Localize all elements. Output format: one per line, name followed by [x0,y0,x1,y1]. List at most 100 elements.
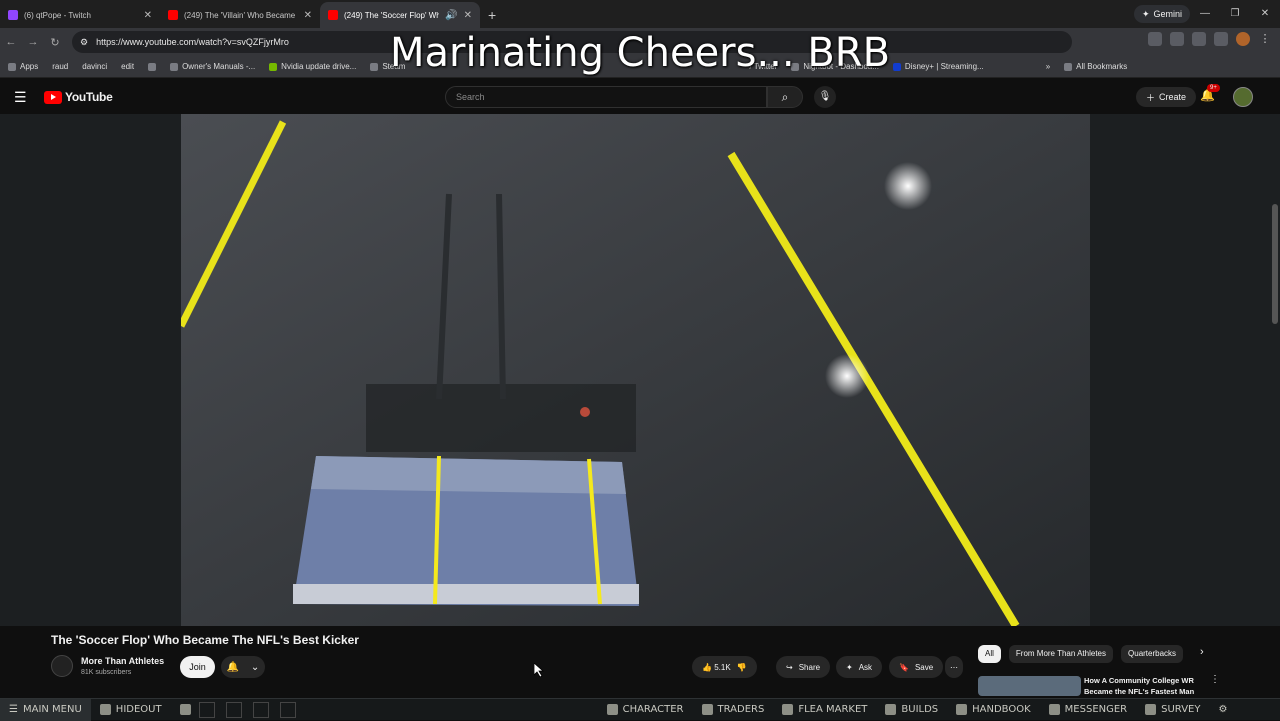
hideout-button[interactable]: HIDEOUT [91,699,171,721]
recommended-title[interactable]: How A Community College WR Became the NF… [1084,675,1208,696]
gemini-button[interactable]: ✦ Gemini [1133,5,1190,23]
hideout-icon [99,704,111,715]
tab-title: (249) The 'Villain' Who Became [184,10,296,20]
book-icon [956,704,968,715]
youtube-header: ☰ YouTube Search ⌕ 🎙 ＋ Create 🔔 9+ [0,80,1280,114]
gemini-label: Gemini [1153,9,1182,19]
new-tab-button[interactable]: + [480,2,504,28]
channel-avatar[interactable] [51,655,73,677]
support-cable [496,193,506,400]
gear-icon: ⚙ [1218,704,1228,715]
game-menu-bar: ☰ MAIN MENU HIDEOUT CHARACTER TRADERS FL… [0,698,1280,721]
chip-from-channel[interactable]: From More Than Athletes [1008,645,1114,663]
video-title: The 'Soccer Flop' Who Became The NFL's B… [51,633,359,647]
tab-youtube-soccer-flop[interactable]: (249) The 'Soccer Flop' Wh 🔊 ✕ [320,2,480,28]
quick-slot[interactable] [252,701,269,718]
plus-icon: ＋ [1146,92,1156,103]
handbook-label: HANDBOOK [972,704,1031,715]
related-filter-chips: All From More Than Athletes Quarterbacks [978,645,1184,663]
close-icon[interactable]: ✕ [464,10,472,21]
minimize-button[interactable]: — [1190,0,1220,28]
tab-youtube-villain[interactable]: (249) The 'Villain' Who Became ✕ [160,2,320,28]
ambient-right [1090,114,1280,626]
survey-label: SURVEY [1161,704,1201,715]
browser-tab-bar: (6) qtPope - Twitch ✕ (249) The 'Villain… [0,0,1280,28]
youtube-icon [168,10,178,20]
ask-button[interactable]: ✦ Ask [836,656,883,678]
stadium-light [825,354,869,398]
cart-icon [701,704,713,715]
youtube-play-icon [44,90,62,104]
survey-icon [1145,704,1157,715]
survey-button[interactable]: SURVEY [1136,699,1209,721]
dislike-button[interactable]: 👎 [737,663,747,672]
character-slot-icon [179,704,191,715]
speaker-icon[interactable]: 🔊 [445,10,457,21]
message-icon [1048,704,1060,715]
mic-icon: 🎙 [818,91,832,102]
chip-all[interactable]: All [978,645,1001,663]
notification-badge: 9+ [1207,84,1220,92]
hideout-label: HIDEOUT [115,704,162,715]
tab-twitch[interactable]: (6) qtPope - Twitch ✕ [0,2,160,28]
close-icon[interactable]: ✕ [144,10,152,21]
jumbotron-crowd [311,456,626,494]
stream-overlay-text: Marinating Cheers... BRB [389,30,891,76]
youtube-logo[interactable]: YouTube [44,90,113,104]
main-menu-button[interactable]: ☰ MAIN MENU [0,698,91,721]
recommended-thumbnail[interactable] [978,676,1081,696]
chevron-down-icon: ⌄ [250,661,260,673]
scrollbar[interactable] [1272,204,1278,324]
football [580,407,590,417]
youtube-icon [328,10,338,20]
messenger-button[interactable]: MESSENGER [1040,699,1136,721]
quick-slot[interactable] [198,701,215,718]
subscriber-count: 81K subscribers [81,669,132,676]
hamburger-menu-icon[interactable]: ☰ [14,89,34,106]
settings-button[interactable]: ⚙ [1209,699,1236,721]
restore-button[interactable]: ❐ [1220,0,1250,28]
search-input[interactable]: Search [445,86,767,108]
voice-search-button[interactable]: 🎙 [814,86,836,108]
thumbs-up-icon: 👍 [702,662,712,672]
share-button[interactable]: ↪ Share [776,656,831,678]
close-icon[interactable]: ✕ [304,10,312,21]
quick-slot[interactable] [279,701,296,718]
cursor-arrow-icon [534,663,544,677]
save-button[interactable]: 🔖 Save [889,656,944,678]
quick-slot[interactable] [225,701,242,718]
jumbotron-field [293,584,639,604]
search-icon: ⌕ [781,90,789,104]
exchange-icon [782,704,794,715]
chevron-right-icon[interactable]: › [1200,646,1204,658]
create-button[interactable]: ＋ Create [1136,87,1197,107]
subscribe-bell-button[interactable]: 🔔 ⌄ [221,656,265,678]
builds-button[interactable]: BUILDS [876,699,947,721]
more-horizontal-icon: ⋯ [950,662,958,672]
ask-label: Ask [858,662,873,672]
hamburger-menu-icon: ☰ [9,704,18,715]
traders-label: TRADERS [717,704,765,715]
ambient-left [0,114,181,626]
flea-market-button[interactable]: FLEA MARKET [773,699,876,721]
like-button[interactable]: 👍 5.1K [702,663,731,672]
character-button[interactable]: CHARACTER [598,699,693,721]
chip-quarterbacks[interactable]: Quarterbacks [1121,645,1184,663]
join-button[interactable]: Join [180,656,215,678]
traders-button[interactable]: TRADERS [693,699,774,721]
stadium-light [884,162,932,210]
channel-name[interactable]: More Than Athletes [81,656,164,666]
handbook-button[interactable]: HANDBOOK [947,699,1040,721]
kebab-menu-icon[interactable]: ⋮ [1210,674,1220,685]
like-count: 5.1K [714,662,731,672]
more-actions-button[interactable]: ⋯ [945,656,963,678]
video-stage [0,114,1280,626]
messenger-label: MESSENGER [1064,704,1128,715]
avatar[interactable] [1233,87,1253,107]
video-player[interactable] [181,114,1090,626]
builds-label: BUILDS [901,704,939,715]
twitch-icon [8,10,18,20]
video-frame [181,114,1090,626]
close-window-button[interactable]: ✕ [1250,0,1280,28]
search-button[interactable]: ⌕ [767,86,803,108]
